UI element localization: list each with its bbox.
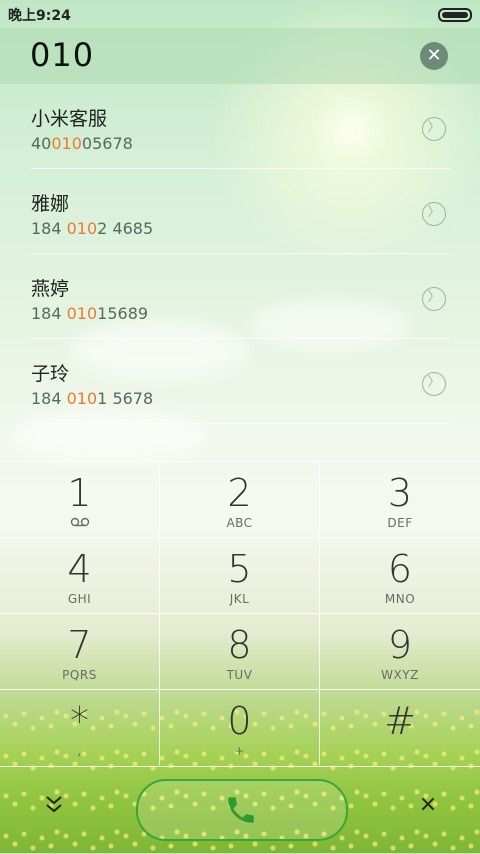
key-letters: TUV xyxy=(226,668,253,682)
key-digit: 9 xyxy=(387,623,413,667)
key-digit: # xyxy=(384,699,416,743)
phone-match-highlight: 010 xyxy=(51,134,82,153)
dial-key-8[interactable]: 8 TUV xyxy=(160,613,320,689)
contact-name: 子玲 xyxy=(31,363,70,385)
contact-name: 燕婷 xyxy=(31,278,70,300)
key-letters: DEF xyxy=(387,516,413,530)
contact-phone: 184 0102 4685 xyxy=(31,219,154,238)
key-letters: PQRS xyxy=(62,668,97,682)
collapse-dialpad-button[interactable] xyxy=(40,793,68,821)
contact-name: 雅娜 xyxy=(31,193,70,215)
phone-match-highlight: 010 xyxy=(66,304,98,323)
phone-match-highlight: 010 xyxy=(66,219,98,238)
chevron-right-icon[interactable]: 〉 xyxy=(422,117,446,141)
contact-phone: 184 01015689 xyxy=(31,304,149,323)
key-digit: 2 xyxy=(227,471,252,515)
chevron-right-icon[interactable]: 〉 xyxy=(422,287,446,311)
dial-key-star[interactable]: * , xyxy=(0,689,160,765)
battery-icon xyxy=(438,8,472,22)
contact-phone: 184 0101 5678 xyxy=(31,389,154,408)
key-digit: 8 xyxy=(227,623,252,667)
key-digit: 3 xyxy=(387,471,413,515)
call-button[interactable] xyxy=(136,779,348,841)
dial-key-4[interactable]: 4 GHI xyxy=(0,537,160,613)
contact-item[interactable]: 小米客服 4001005678 〉 xyxy=(0,84,480,169)
dial-key-hash[interactable]: # xyxy=(320,689,480,765)
contact-suggestions: 小米客服 4001005678 〉 雅娜 184 0102 4685 〉 燕婷 … xyxy=(0,84,480,424)
dialed-number[interactable]: 010 xyxy=(30,36,94,74)
close-icon: × xyxy=(418,792,438,817)
phone-icon xyxy=(228,797,254,823)
voicemail-icon xyxy=(0,516,159,530)
dial-key-2[interactable]: 2 ABC xyxy=(160,461,320,537)
key-digit: * xyxy=(70,699,89,743)
status-bar: 晚上9:24 xyxy=(0,0,480,28)
key-letters: WXYZ xyxy=(381,668,419,682)
chevron-down-double-icon xyxy=(46,796,62,813)
key-digit: 1 xyxy=(67,471,92,515)
contact-item[interactable]: 燕婷 184 01015689 〉 xyxy=(0,254,480,339)
chevron-right-icon[interactable]: 〉 xyxy=(422,372,446,396)
key-digit: 7 xyxy=(67,623,92,667)
phone-match-highlight: 010 xyxy=(66,389,98,408)
dial-key-9[interactable]: 9 WXYZ xyxy=(320,613,480,689)
dialpad: 1 2 ABC 3 DEF 4 GHI 5 JKL 6 MNO 7 PQRS 8… xyxy=(0,461,480,765)
bottom-action-bar: × xyxy=(0,766,480,854)
contact-name: 小米客服 xyxy=(31,108,108,130)
chevron-right-icon[interactable]: 〉 xyxy=(422,202,446,226)
key-letters: JKL xyxy=(229,592,250,606)
key-digit: 5 xyxy=(227,547,252,591)
dial-key-7[interactable]: 7 PQRS xyxy=(0,613,160,689)
key-letters: MNO xyxy=(384,592,416,606)
key-letters: GHI xyxy=(67,592,92,606)
dial-key-1[interactable]: 1 xyxy=(0,461,160,537)
key-letters: + xyxy=(234,744,245,758)
status-time: 晚上9:24 xyxy=(8,8,71,24)
contact-item[interactable]: 雅娜 184 0102 4685 〉 xyxy=(0,169,480,254)
divider xyxy=(30,423,450,424)
delete-button[interactable]: × xyxy=(416,793,440,817)
clear-input-button[interactable]: ✕ xyxy=(420,42,448,70)
key-letters: , xyxy=(77,744,82,758)
contact-phone: 4001005678 xyxy=(31,134,133,153)
dial-key-0[interactable]: 0 + xyxy=(160,689,320,765)
key-digit: 0 xyxy=(227,699,252,743)
close-icon: ✕ xyxy=(426,45,442,66)
key-letters: ABC xyxy=(226,516,253,530)
dial-input-bar: 010 ✕ xyxy=(0,28,480,84)
contact-item[interactable]: 子玲 184 0101 5678 〉 xyxy=(0,339,480,424)
dial-key-5[interactable]: 5 JKL xyxy=(160,537,320,613)
key-digit: 4 xyxy=(67,547,92,591)
key-digit: 6 xyxy=(387,547,413,591)
dial-key-3[interactable]: 3 DEF xyxy=(320,461,480,537)
dial-key-6[interactable]: 6 MNO xyxy=(320,537,480,613)
